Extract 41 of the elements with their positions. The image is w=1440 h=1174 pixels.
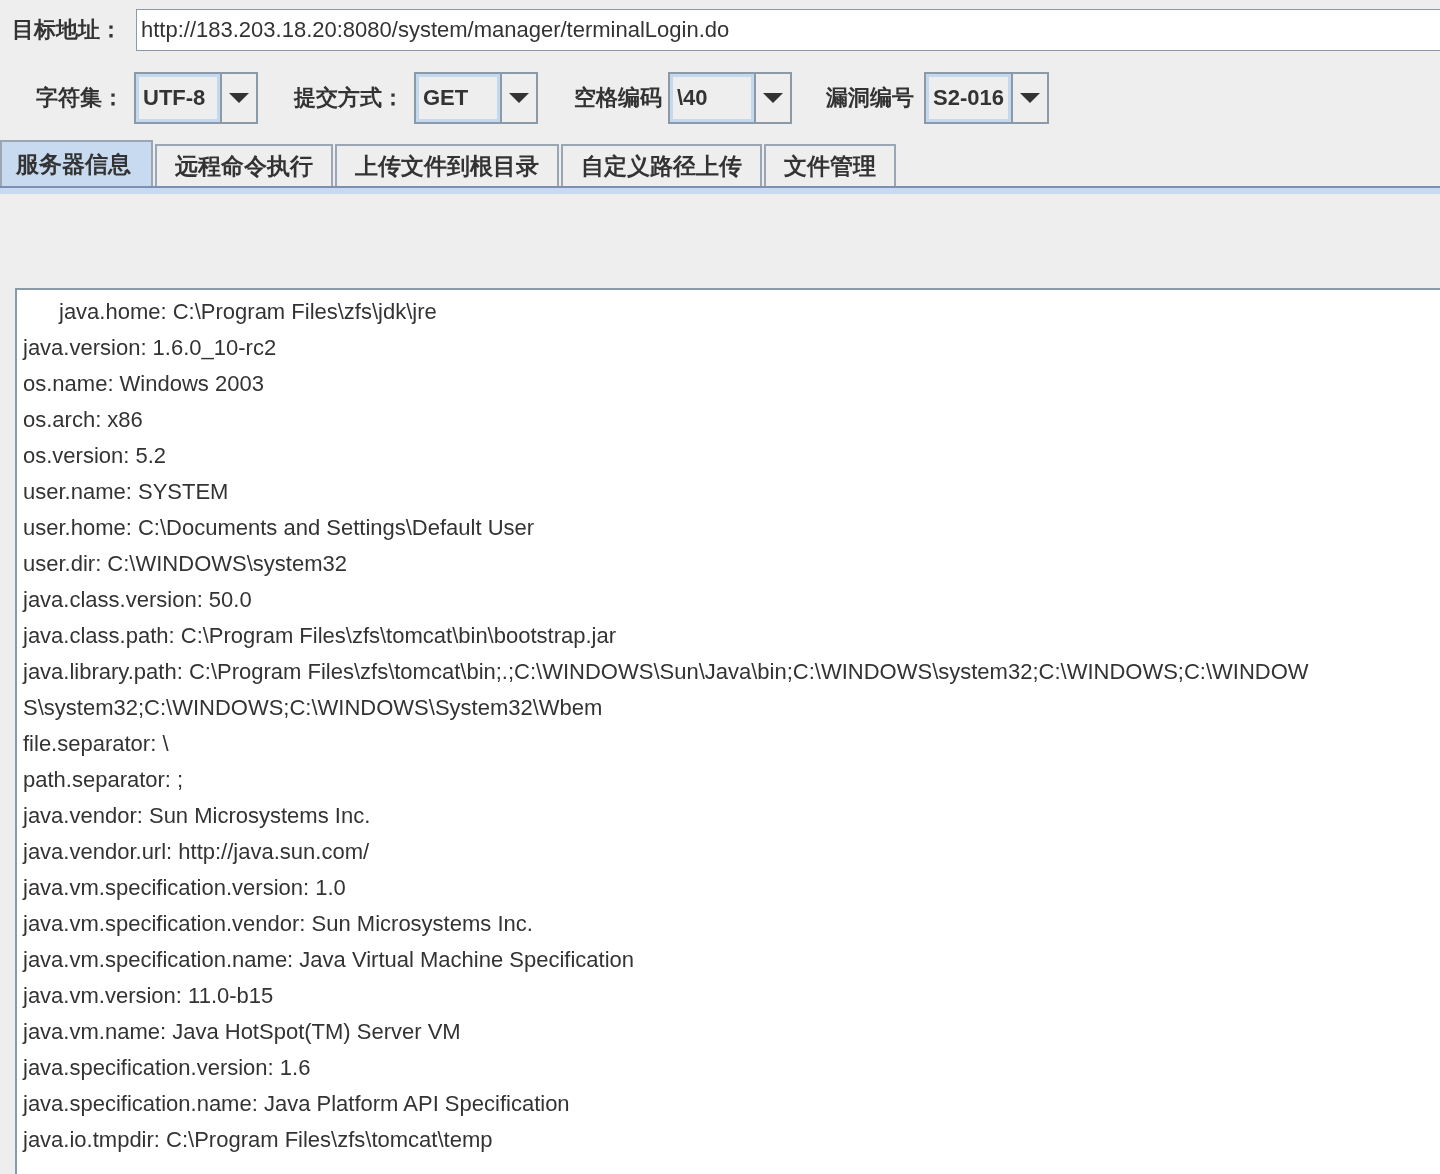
- output-line: user.dir: C:\WINDOWS\system32: [23, 550, 348, 578]
- tab[interactable]: 文件管理: [764, 144, 896, 186]
- output-line: user.home: C:\Documents and Settings\Default User: [23, 514, 536, 542]
- output-line: java.vendor: Sun Microsystems Inc.: [23, 802, 372, 830]
- option-label: 提交方式：: [294, 84, 404, 112]
- dropdown[interactable]: GET: [414, 72, 538, 124]
- dropdown[interactable]: S2-016: [924, 72, 1049, 124]
- output-line: java.vendor.url: http://java.sun.com/: [23, 838, 371, 866]
- caret-icon: [763, 93, 783, 103]
- output-line: java.vm.specification.name: Java Virtual Machine Specification: [23, 946, 635, 974]
- caret-icon: [1019, 93, 1040, 103]
- output-line: user.name: SYSTEM: [23, 478, 230, 506]
- url-field[interactable]: http://183.203.18.20:8080/system/manager/terminalLogin.do: [136, 9, 1440, 51]
- tab[interactable]: 服务器信息: [0, 140, 153, 186]
- url-label: 目标地址：: [12, 16, 122, 44]
- option-label: 空格编码: [574, 84, 662, 112]
- dropdown[interactable]: \40: [668, 72, 792, 124]
- tab[interactable]: 上传文件到根目录: [335, 144, 559, 186]
- output-line: java.class.path: C:\Program Files\zfs\tomcat\bin\bootstrap.jar: [23, 622, 617, 650]
- output-line: path.separator: ;: [23, 766, 185, 794]
- output-line: os.arch: x86: [23, 406, 144, 434]
- caret-icon: [509, 93, 529, 103]
- output-line: java.class.version: 50.0: [23, 586, 253, 614]
- output-line: java.vm.version: 11.0-b15: [23, 982, 275, 1010]
- output-line: java.vm.name: Java HotSpot(TM) Server VM: [23, 1018, 462, 1046]
- output-line: java.specification.version: 1.6: [23, 1054, 312, 1082]
- output-line: java.home: C:\Program Files\zfs\jdk\jre: [57, 298, 438, 326]
- option-label: 漏洞编号: [826, 84, 914, 112]
- caret-icon: [229, 93, 249, 103]
- output-line: java.vm.specification.version: 1.0: [23, 874, 347, 902]
- tab[interactable]: 远程命令执行: [155, 144, 333, 186]
- output-line: java.version: 1.6.0_10-rc2: [23, 334, 278, 362]
- output-line: java.vm.specification.vendor: Sun Microsystems Inc.: [23, 910, 534, 938]
- option-label: 字符集：: [36, 84, 124, 112]
- output-line: os.version: 5.2: [23, 442, 168, 470]
- output-line: java.specification.name: Java Platform API Specification: [23, 1090, 571, 1118]
- tab[interactable]: 自定义路径上传: [561, 144, 762, 186]
- output-line: file.separator: \: [23, 730, 170, 758]
- dropdown[interactable]: UTF-8: [134, 72, 258, 124]
- output-line: os.name: Windows 2003: [23, 370, 265, 398]
- output-line: java.io.tmpdir: C:\Program Files\zfs\tomcat\temp: [23, 1126, 494, 1154]
